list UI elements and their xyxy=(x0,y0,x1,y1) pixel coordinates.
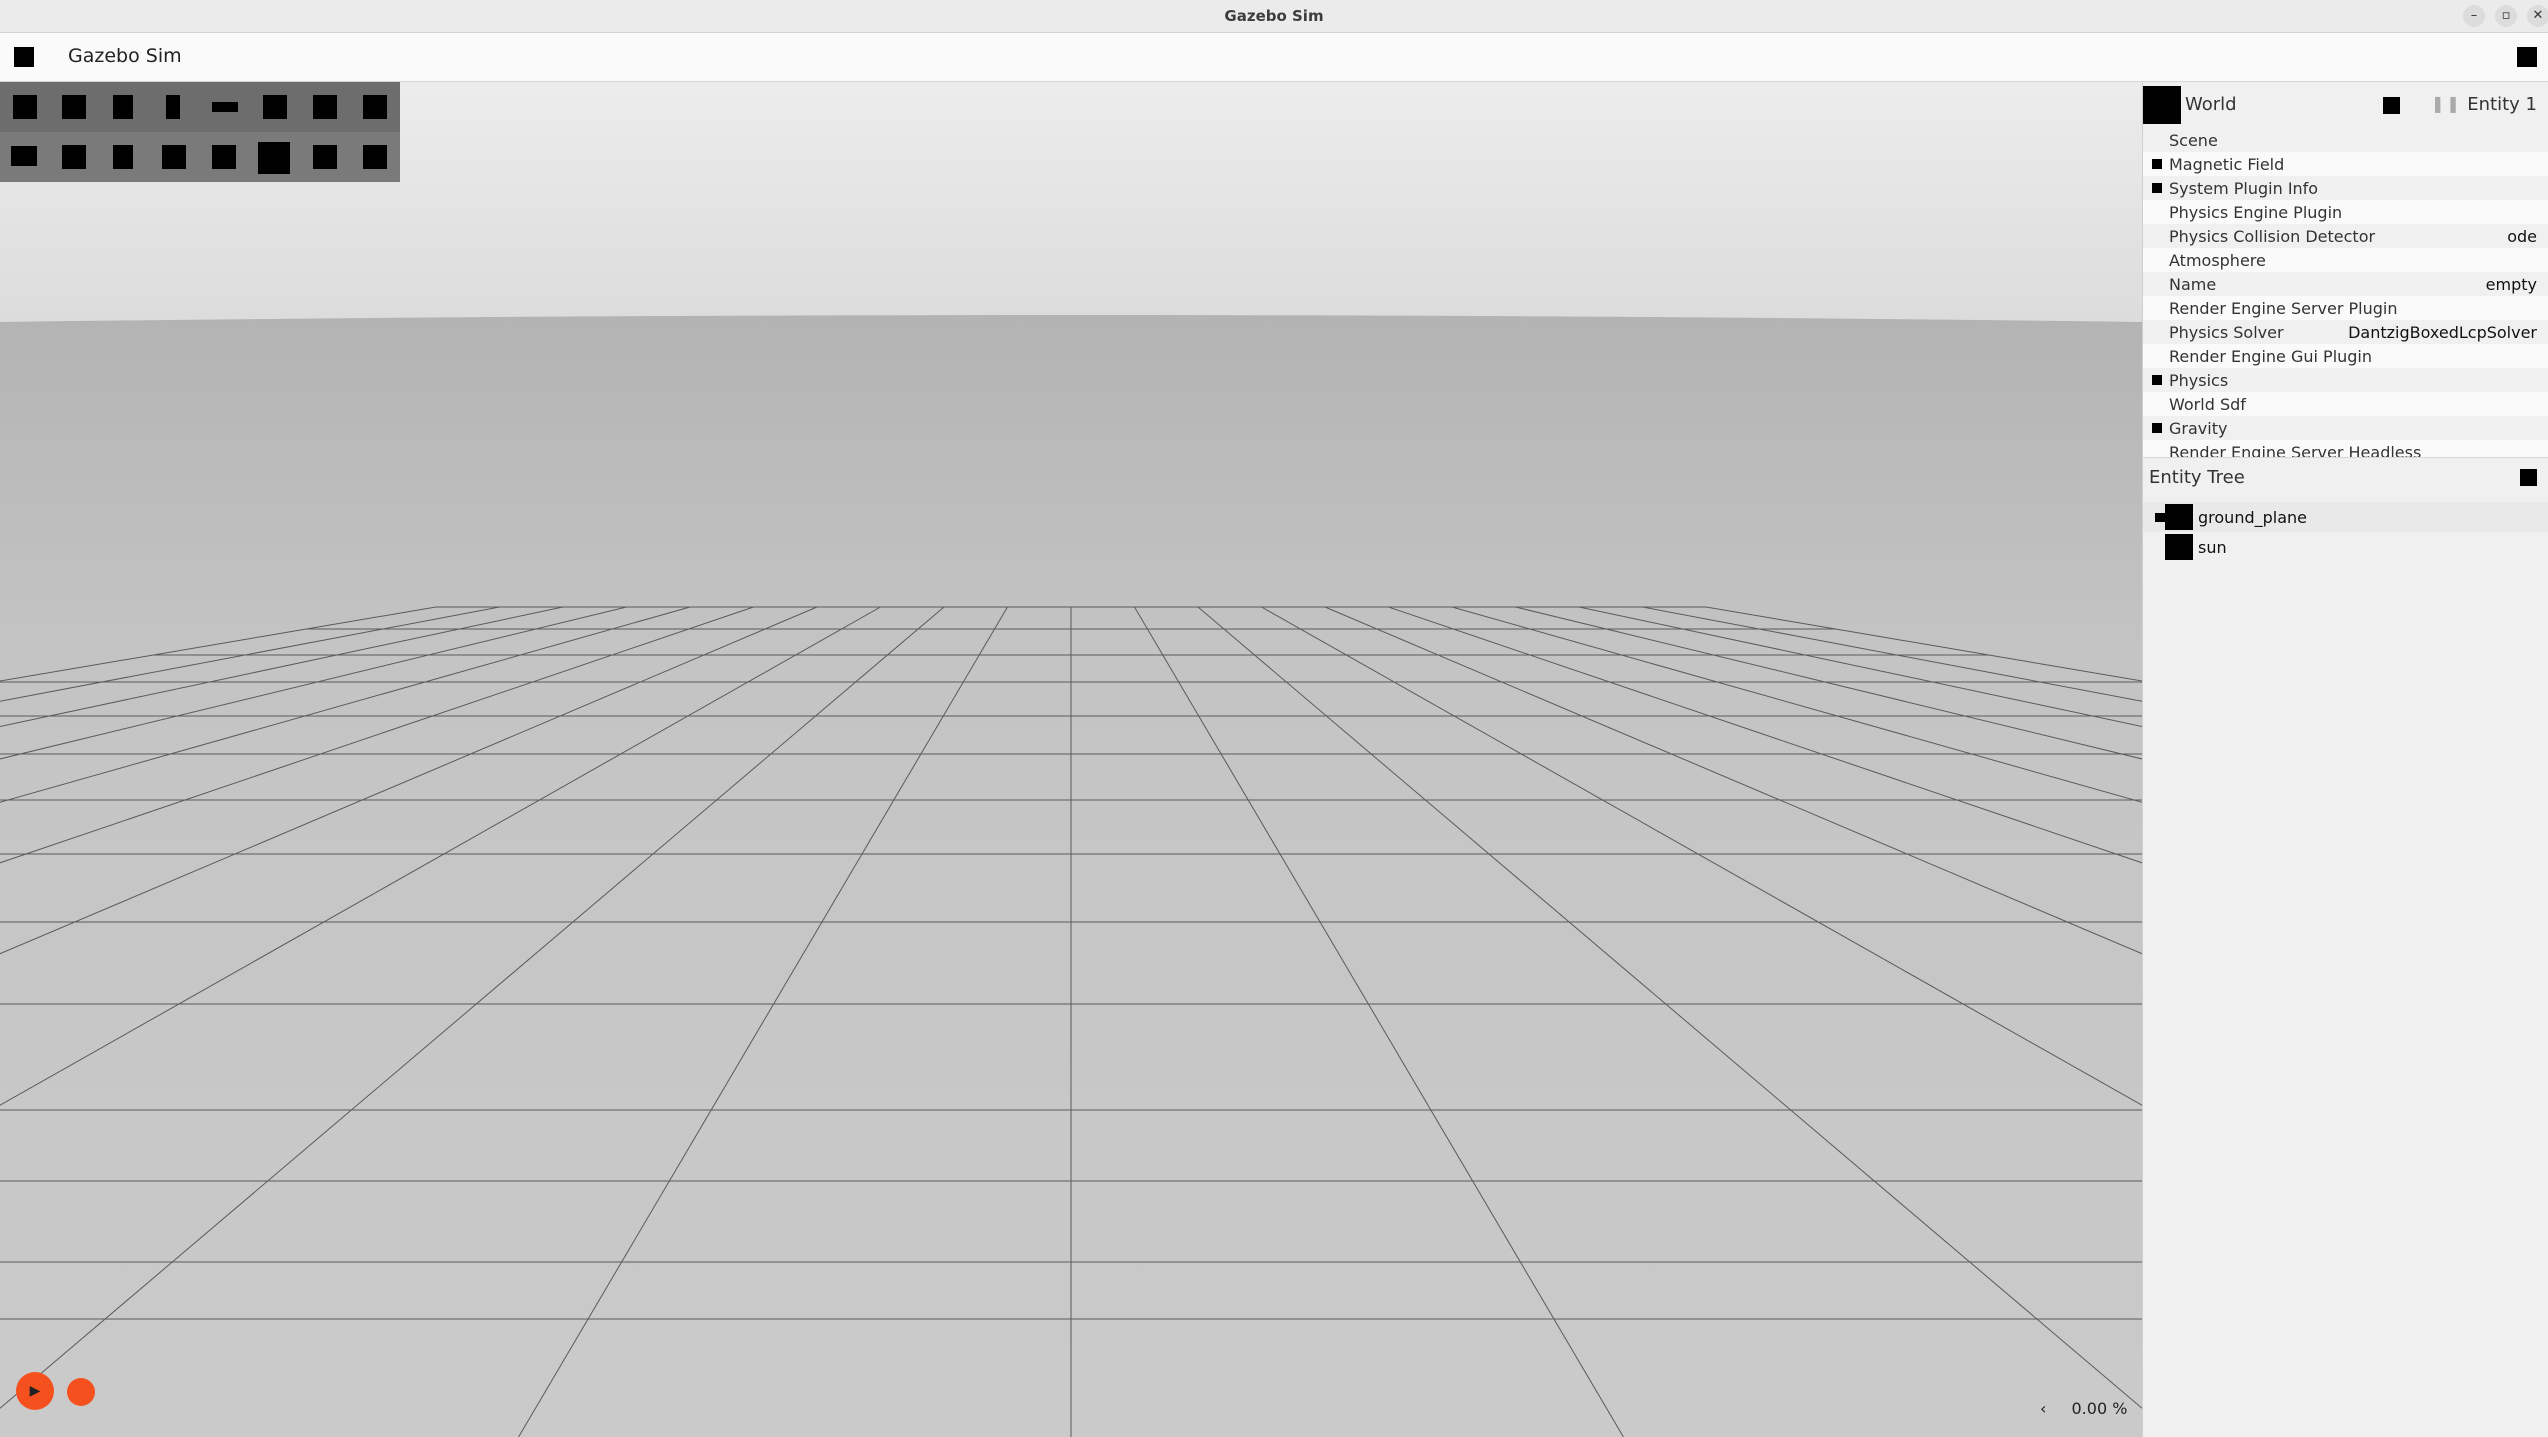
lock-icon[interactable] xyxy=(2383,97,2400,114)
entity-tree-header: Entity Tree xyxy=(2143,457,2548,496)
step-button[interactable] xyxy=(67,1378,95,1406)
point-light-icon[interactable] xyxy=(113,145,133,169)
real-time-factor: ‹ 0.00 % xyxy=(2040,1399,2127,1418)
component-name: Render Engine Server Plugin xyxy=(2169,299,2398,318)
app-toolbar: Gazebo Sim xyxy=(0,33,2548,82)
sphere-icon[interactable] xyxy=(263,95,287,119)
component-row[interactable]: Physics xyxy=(2143,368,2548,392)
component-name: Physics Engine Plugin xyxy=(2169,203,2343,222)
rotate-icon[interactable] xyxy=(113,95,133,119)
component-row[interactable]: Magnetic Field xyxy=(2143,152,2548,176)
component-name: Render Engine Gui Plugin xyxy=(2169,347,2373,366)
spot-light-icon[interactable] xyxy=(162,145,186,169)
entity-name: ground_plane xyxy=(2198,508,2307,527)
scene-3d[interactable] xyxy=(0,82,2142,1437)
component-name: Gravity xyxy=(2169,419,2228,438)
component-inspector-header: World ❚❚ Entity 1 xyxy=(2143,82,2548,130)
scene-viewport[interactable] xyxy=(0,82,2142,1437)
entity-type-icon xyxy=(2165,504,2193,530)
component-name: Name xyxy=(2169,275,2217,294)
pause-updates-icon[interactable]: ❚❚ xyxy=(2431,94,2462,113)
component-row[interactable]: Name empty xyxy=(2143,272,2548,296)
component-name: System Plugin Info xyxy=(2169,179,2319,198)
component-value: DantzigBoxedLcpSolver xyxy=(2348,323,2537,342)
component-name: Magnetic Field xyxy=(2169,155,2285,174)
app-title: Gazebo Sim xyxy=(68,45,182,67)
component-name: Physics Collision Detector xyxy=(2169,227,2376,246)
component-name: Scene xyxy=(2169,131,2218,150)
component-name: Atmosphere xyxy=(2169,251,2266,270)
rtf-expand-chevron-icon[interactable]: ‹ xyxy=(2040,1399,2046,1418)
expand-arrow-icon[interactable] xyxy=(2152,375,2162,385)
component-row[interactable]: Physics Collision Detector ode xyxy=(2143,224,2548,248)
menu-icon[interactable] xyxy=(14,47,34,67)
rtf-value: 0.00 % xyxy=(2071,1399,2128,1418)
entity-name: sun xyxy=(2198,538,2227,557)
close-icon[interactable]: ✕ xyxy=(2527,5,2548,27)
box-icon[interactable] xyxy=(166,95,180,119)
capsule-icon[interactable] xyxy=(363,95,387,119)
component-name: World Sdf xyxy=(2169,395,2246,414)
component-row[interactable]: System Plugin Info xyxy=(2143,176,2548,200)
mesh-icon[interactable] xyxy=(212,145,236,169)
grid-icon[interactable] xyxy=(313,145,337,169)
directional-light-icon[interactable] xyxy=(62,145,86,169)
window-title: Gazebo Sim xyxy=(1224,7,1324,25)
entity-name: World xyxy=(2185,94,2237,115)
component-value: ode xyxy=(2507,227,2537,246)
play-button[interactable]: ▶ xyxy=(16,1372,54,1410)
entity-type-icon xyxy=(2165,534,2193,560)
view-angle-icon[interactable] xyxy=(212,102,238,112)
component-row[interactable]: Render Engine Server Plugin xyxy=(2143,296,2548,320)
entity-tree-title: Entity Tree xyxy=(2149,467,2245,488)
translate-icon[interactable] xyxy=(62,95,86,119)
cylinder-icon[interactable] xyxy=(313,95,337,119)
component-row[interactable]: Physics Solver DantzigBoxedLcpSolver xyxy=(2143,320,2548,344)
component-value: empty xyxy=(2485,275,2537,294)
entity-tree-item[interactable]: sun xyxy=(2143,532,2548,562)
screenshot-icon[interactable] xyxy=(363,145,387,169)
minimize-icon[interactable]: – xyxy=(2463,5,2485,27)
title-bar: Gazebo Sim – ▫ ✕ xyxy=(0,0,2548,33)
component-row[interactable]: Atmosphere xyxy=(2143,248,2548,272)
component-row[interactable]: Physics Engine Plugin xyxy=(2143,200,2548,224)
plugin-menu-icon[interactable] xyxy=(2517,47,2537,67)
camera-view-icon[interactable] xyxy=(258,142,290,174)
tools-panel xyxy=(0,82,400,182)
maximize-icon[interactable]: ▫ xyxy=(2495,5,2517,27)
expand-arrow-icon[interactable] xyxy=(2155,513,2165,522)
component-row[interactable]: Render Engine Gui Plugin xyxy=(2143,344,2548,368)
entity-tree-menu-icon[interactable] xyxy=(2520,469,2537,486)
entity-tree-item[interactable]: ground_plane xyxy=(2143,502,2548,532)
component-row[interactable]: Gravity xyxy=(2143,416,2548,440)
expand-arrow-icon[interactable] xyxy=(2152,159,2162,169)
entity-tree-list: ground_planesun xyxy=(2143,502,2548,562)
entity-id: Entity 1 xyxy=(2467,94,2537,115)
expand-arrow-icon[interactable] xyxy=(2152,423,2162,433)
component-row[interactable]: Scene xyxy=(2143,128,2548,152)
component-name: Physics xyxy=(2169,371,2229,390)
select-icon[interactable] xyxy=(13,95,37,119)
component-name: Physics Solver xyxy=(2169,323,2284,342)
component-row[interactable]: World Sdf xyxy=(2143,392,2548,416)
expand-arrow-icon[interactable] xyxy=(2152,183,2162,193)
world-entity-icon xyxy=(2143,86,2181,124)
ellipsoid-icon[interactable] xyxy=(11,146,37,166)
right-panel: World ❚❚ Entity 1 Scene Magnetic Field Sys… xyxy=(2142,82,2548,1437)
